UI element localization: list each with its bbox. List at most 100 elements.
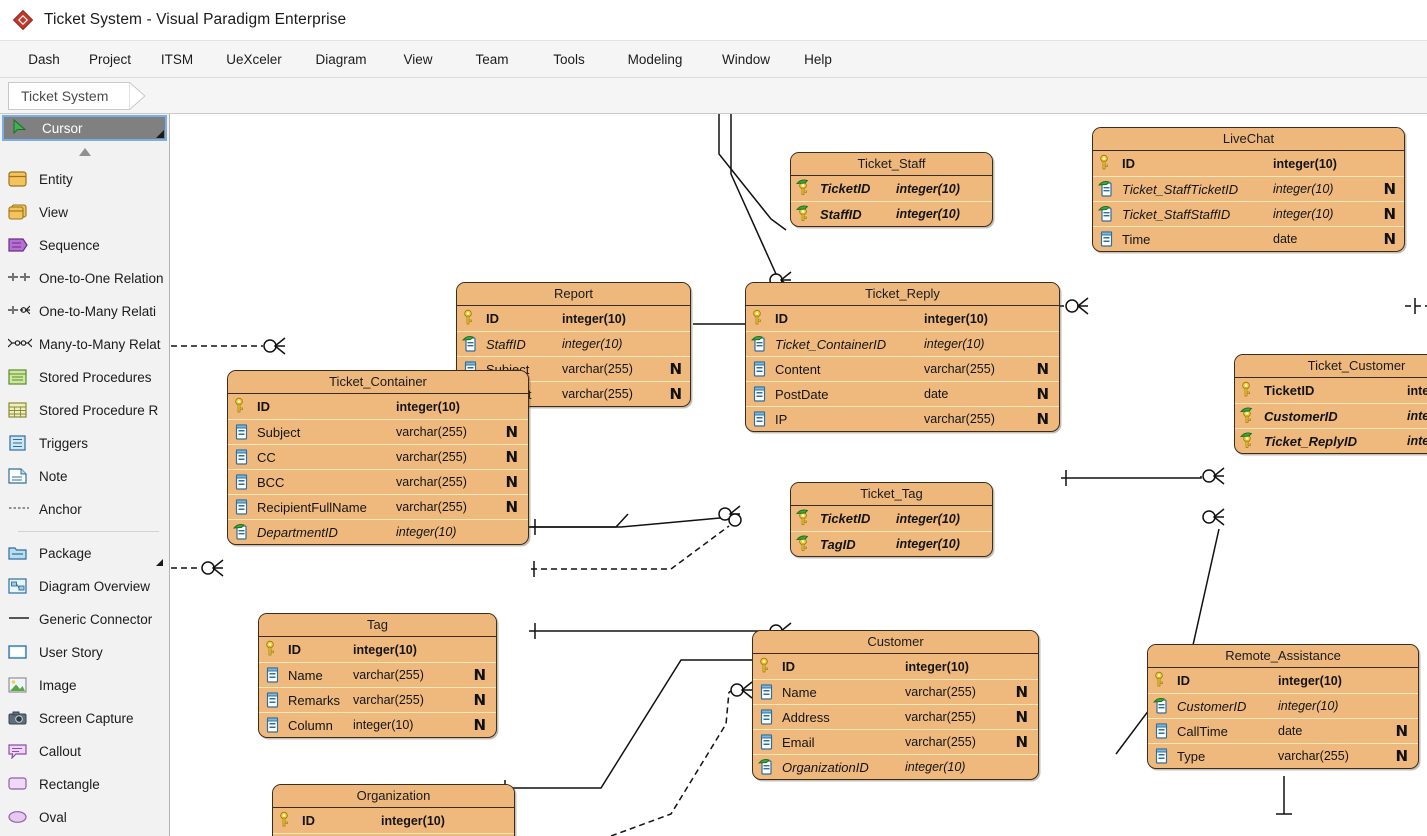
entity-ticket-customer[interactable]: Ticket_Customer TicketID integ CustomerI…: [1234, 354, 1427, 454]
table-row[interactable]: StaffID integer(10): [791, 201, 992, 226]
menu-item-itsm[interactable]: ITSM: [146, 46, 208, 73]
palette-cursor-expand-corner-icon[interactable]: [156, 130, 164, 138]
column-name: ID: [1122, 156, 1135, 171]
menu-item-project[interactable]: Project: [74, 46, 146, 73]
table-row[interactable]: Ticket_StaffTicketID integer(10) N: [1093, 176, 1404, 201]
table-row[interactable]: ID integer(10): [228, 394, 528, 419]
palette-item-many-to-many-relationship[interactable]: Many-to-Many Relat: [0, 328, 169, 361]
entity-organization[interactable]: Organization ID integer(10): [272, 784, 515, 836]
palette-item-sequence[interactable]: Sequence: [0, 229, 169, 262]
table-row[interactable]: Address varchar(255) N: [753, 704, 1038, 729]
palette-item-entity[interactable]: Entity: [0, 163, 169, 196]
menu-item-modeling[interactable]: Modeling: [608, 46, 702, 73]
menu-item-uexceler[interactable]: UeXceler: [208, 46, 300, 73]
palette-item-view[interactable]: View: [0, 196, 169, 229]
table-row[interactable]: DepartmentID integer(10): [228, 519, 528, 544]
entity-ticket-staff[interactable]: Ticket_Staff TicketID integer(10) StaffI…: [790, 152, 993, 227]
table-row[interactable]: RecipientFullName varchar(255) N: [228, 494, 528, 519]
primary-key-icon: [751, 309, 770, 328]
connector-container-reply: [529, 516, 732, 528]
palette-item-one-to-many-relationship[interactable]: One-to-Many Relati: [0, 295, 169, 328]
table-row[interactable]: Ticket_StaffStaffID integer(10) N: [1093, 201, 1404, 226]
entity-customer[interactable]: Customer ID integer(10) Name varchar(255…: [752, 630, 1039, 780]
diagram-canvas[interactable]: StaffID integer(10) Report ID integer(10…: [171, 114, 1427, 836]
table-row[interactable]: PostDate date N: [746, 381, 1059, 406]
diagram-tool-palette[interactable]: Cursor Entity View Sequence One-to-One R…: [0, 114, 170, 836]
palette-item-package[interactable]: Package: [0, 537, 169, 570]
palette-item-oval[interactable]: Oval: [0, 801, 169, 834]
table-row[interactable]: Time date N: [1093, 226, 1404, 251]
palette-item-image[interactable]: Image: [0, 669, 169, 702]
table-row[interactable]: TicketID integer(10): [791, 176, 992, 201]
table-row[interactable]: StaffID integer(10): [457, 331, 690, 356]
table-row[interactable]: TagID integer(10): [791, 531, 992, 556]
palette-item-stored-procedure-resultset-label: Stored Procedure R: [39, 403, 159, 418]
table-row[interactable]: Content varchar(255) N: [746, 356, 1059, 381]
table-row[interactable]: Ticket_ContainerID integer(10): [746, 331, 1059, 356]
table-row[interactable]: Remarks varchar(255) N: [259, 687, 496, 712]
table-row[interactable]: CC varchar(255) N: [228, 444, 528, 469]
table-row[interactable]: CallTime date N: [1148, 718, 1418, 743]
palette-item-cursor[interactable]: Cursor: [2, 115, 167, 141]
menu-item-window[interactable]: Window: [702, 46, 790, 73]
entity-ticket-reply[interactable]: Ticket_Reply ID integer(10) Ticket_Conta…: [745, 282, 1060, 432]
menu-item-dash[interactable]: Dash: [14, 46, 74, 73]
column-type: integer(10): [905, 659, 969, 674]
table-row[interactable]: OrganizationID integer(10): [753, 754, 1038, 779]
palette-item-callout[interactable]: Callout: [0, 735, 169, 768]
entity-livechat[interactable]: LiveChat ID integer(10) Ticket_StaffTick…: [1092, 127, 1405, 252]
connector-org-customer-visible: [610, 691, 730, 836]
table-row[interactable]: ID integer(10): [746, 306, 1059, 331]
nullable-badge: N: [1015, 708, 1028, 726]
palette-item-one-to-one-relationship[interactable]: One-to-One Relation: [0, 262, 169, 295]
primary-key-icon: [462, 309, 481, 328]
table-row[interactable]: CustomerID integer(10): [1148, 693, 1418, 718]
menu-item-tools[interactable]: Tools: [530, 46, 608, 73]
nullable-badge: N: [1383, 180, 1396, 198]
entity-remote-assistance[interactable]: Remote_Assistance ID integer(10) Custome…: [1147, 644, 1419, 769]
table-row[interactable]: ID integer(10): [273, 808, 514, 833]
table-row[interactable]: Column integer(10) N: [259, 712, 496, 737]
menu-item-help[interactable]: Help: [790, 46, 846, 73]
palette-item-generic-connector[interactable]: Generic Connector: [0, 603, 169, 636]
table-row[interactable]: BCC varchar(255) N: [228, 469, 528, 494]
table-row[interactable]: Email varchar(255) N: [753, 729, 1038, 754]
table-row[interactable]: IP varchar(255) N: [746, 406, 1059, 431]
palette-item-diagram-overview[interactable]: Diagram Overview: [0, 570, 169, 603]
column-type: varchar(255): [353, 668, 424, 682]
table-row[interactable]: Name varchar(255) N: [753, 679, 1038, 704]
palette-item-one-to-one-relationship-label: One-to-One Relation: [39, 271, 164, 286]
menu-item-view[interactable]: View: [382, 46, 454, 73]
menu-item-team[interactable]: Team: [454, 46, 530, 73]
palette-item-rectangle-label: Rectangle: [39, 777, 100, 792]
palette-item-rectangle[interactable]: Rectangle: [0, 768, 169, 801]
palette-item-triggers[interactable]: Triggers: [0, 427, 169, 460]
entity-ticket-container[interactable]: Ticket_Container ID integer(10) Subject …: [227, 370, 529, 545]
palette-scroll-up-button[interactable]: [0, 141, 169, 163]
table-row[interactable]: ID integer(10): [457, 306, 690, 331]
column-icon: [751, 360, 770, 379]
table-row[interactable]: Ticket_ReplyID integ: [1235, 428, 1427, 453]
entity-tag[interactable]: Tag ID integer(10) Name varchar(255) N R…: [258, 613, 497, 738]
palette-item-stored-procedures[interactable]: Stored Procedures: [0, 361, 169, 394]
menu-item-diagram[interactable]: Diagram: [300, 46, 382, 73]
entity-ticket-tag[interactable]: Ticket_Tag TicketID integer(10) TagID in…: [790, 482, 993, 557]
table-row[interactable]: CustomerID integ: [1235, 403, 1427, 428]
table-row[interactable]: Type varchar(255) N: [1148, 743, 1418, 768]
palette-item-user-story[interactable]: User Story: [0, 636, 169, 669]
palette-item-anchor[interactable]: Anchor: [0, 493, 169, 526]
table-row[interactable]: ID integer(10): [1093, 151, 1404, 176]
table-row[interactable]: Subject varchar(255) N: [228, 419, 528, 444]
table-row[interactable]: ID integer(10): [753, 654, 1038, 679]
table-row[interactable]: TicketID integ: [1235, 378, 1427, 403]
palette-package-expand-corner-icon[interactable]: [156, 559, 163, 566]
table-row[interactable]: ID integer(10): [1148, 668, 1418, 693]
table-row[interactable]: ID integer(10): [259, 637, 496, 662]
table-row[interactable]: Name varchar(255) N: [259, 662, 496, 687]
palette-item-screen-capture[interactable]: Screen Capture: [0, 702, 169, 735]
palette-item-note[interactable]: Note: [0, 460, 169, 493]
table-row[interactable]: TicketID integer(10): [791, 506, 992, 531]
breadcrumb-item-ticket-system[interactable]: Ticket System: [8, 81, 131, 110]
column-type: integer(10): [1273, 207, 1334, 221]
palette-item-stored-procedure-resultset[interactable]: Stored Procedure R: [0, 394, 169, 427]
